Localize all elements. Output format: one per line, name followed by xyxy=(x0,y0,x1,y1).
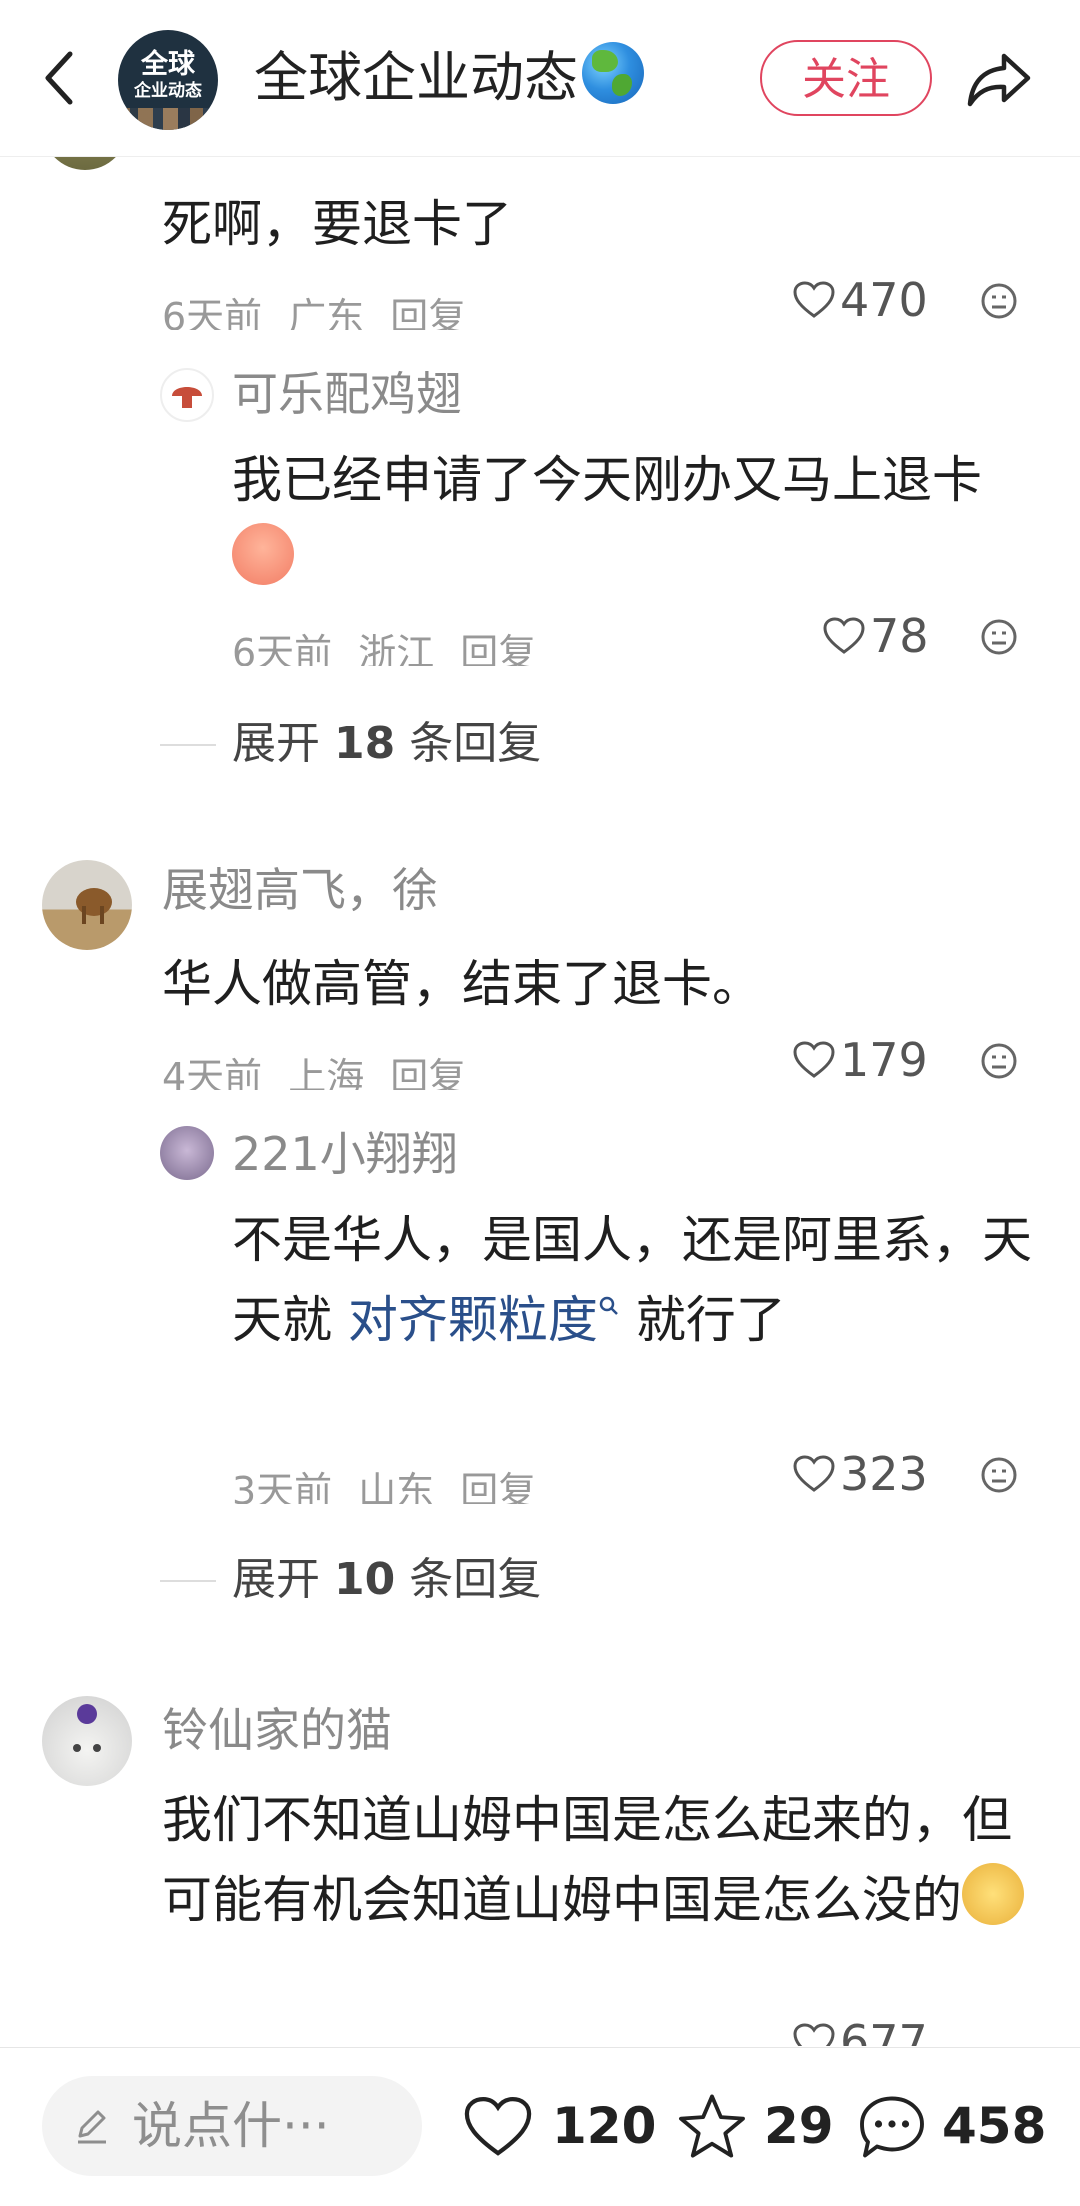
account-avatar[interactable]: 全球 企业动态 xyxy=(118,30,218,130)
comment-location: 上海 xyxy=(288,1055,365,1090)
like-button[interactable]: 179 xyxy=(792,1030,928,1090)
reply-button[interactable]: 回复 xyxy=(390,295,466,330)
comment-author[interactable]: 铃仙家的猫 xyxy=(162,1700,392,1760)
comment-location: 广东 xyxy=(288,295,365,330)
expand-prefix: 展开 xyxy=(232,718,320,769)
avatar-text-line1: 全球 xyxy=(141,49,195,80)
comments-button[interactable]: 458 xyxy=(856,2092,1056,2164)
reply-button[interactable]: 回复 xyxy=(460,1469,536,1504)
commenter-avatar[interactable] xyxy=(42,860,132,950)
expand-count: 10 xyxy=(334,1554,396,1605)
reply-meta: 3天前 山东 回复 xyxy=(232,1466,562,1504)
favorite-count: 29 xyxy=(764,2097,834,2155)
like-button[interactable]: 323 xyxy=(792,1444,928,1504)
comment-text: 我们不知道山姆中国是怎么起来的，但可能有机会知道山姆中国是怎么没的 xyxy=(162,1780,1042,1940)
reply-text-content-end: 就行了 xyxy=(635,1291,786,1349)
like-button[interactable]: 470 xyxy=(792,270,928,330)
heart-icon xyxy=(793,2023,835,2046)
follow-button[interactable]: 关注 xyxy=(760,40,932,116)
comment-input-placeholder: 说点什··· xyxy=(132,2097,330,2155)
reply-meta: 6天前 浙江 回复 xyxy=(232,628,562,666)
favorite-button[interactable]: 29 xyxy=(676,2092,846,2164)
reply-text: 我已经申请了今天刚办又马上退卡 xyxy=(232,440,1042,600)
reply-text-content: 我已经申请了今天刚办又马上退卡 xyxy=(232,451,982,509)
reply-location: 山东 xyxy=(358,1469,435,1504)
reply-avatar[interactable] xyxy=(160,368,214,422)
search-link-text: 对齐颗粒度 xyxy=(347,1291,598,1349)
search-icon xyxy=(599,1296,618,1315)
back-icon[interactable] xyxy=(40,48,80,108)
expand-replies-button[interactable]: 展开 10 条回复 xyxy=(232,1550,541,1610)
comment-time: 4天前 xyxy=(162,1055,263,1090)
comment-time: 6天前 xyxy=(162,295,263,330)
reply-author[interactable]: 可乐配鸡翅 xyxy=(232,364,462,424)
reply-author[interactable]: 221小翔翔 xyxy=(232,1124,458,1184)
pencil-icon xyxy=(78,2110,106,2144)
search-link[interactable]: 对齐颗粒度 xyxy=(348,1291,620,1349)
comment-text: 华人做高管，结束了退卡。 xyxy=(162,955,762,1013)
heart-icon xyxy=(793,281,835,318)
expand-prefix: 展开 xyxy=(232,1554,320,1605)
post-like-count: 120 xyxy=(552,2097,657,2155)
divider-line xyxy=(160,1580,216,1582)
expand-suffix: 条回复 xyxy=(409,1554,542,1605)
heart-icon xyxy=(823,617,865,654)
comment-meta: 6天前 广东 回复 xyxy=(162,292,492,330)
divider-line xyxy=(160,744,216,746)
comment-text-content: 我们不知道山姆中国是怎么起来的，但可能有机会知道山姆中国是怎么没的 xyxy=(162,1791,1012,1929)
reply-button[interactable]: 回复 xyxy=(460,631,536,666)
dislike-icon[interactable] xyxy=(980,1456,1018,1494)
heart-icon xyxy=(793,1041,835,1078)
smug-emoji-icon xyxy=(962,1863,1024,1925)
dislike-icon[interactable] xyxy=(980,1042,1018,1080)
like-post-button[interactable]: 120 xyxy=(462,2092,662,2164)
expand-count: 18 xyxy=(334,718,396,769)
share-icon[interactable] xyxy=(966,50,1032,110)
avatar-text-line2: 企业动态 xyxy=(134,81,202,101)
like-count: 78 xyxy=(870,609,929,663)
dislike-icon[interactable] xyxy=(980,618,1018,656)
reply-time: 3天前 xyxy=(232,1469,333,1504)
page-title[interactable]: 全球企业动态 xyxy=(254,42,644,113)
dislike-icon[interactable] xyxy=(980,282,1018,320)
chat-bubble-icon xyxy=(860,2096,924,2158)
comment-author[interactable]: 展翅高飞，徐 xyxy=(162,860,438,920)
like-count: 677 xyxy=(840,2015,928,2046)
top-nav-bar: 全球 企业动态 全球企业动态 关注 xyxy=(0,0,1080,157)
heart-icon xyxy=(793,1455,835,1492)
star-icon xyxy=(679,2094,745,2158)
reply-button[interactable]: 回复 xyxy=(390,1055,466,1090)
expand-suffix: 条回复 xyxy=(409,718,542,769)
account-name: 全球企业动态 xyxy=(254,46,578,109)
reply-text: 不是华人，是国人，还是阿里系，天天就 对齐颗粒度 就行了 xyxy=(232,1200,1042,1360)
like-button[interactable]: 677 xyxy=(792,2012,928,2046)
like-button[interactable]: 78 xyxy=(822,606,929,666)
reply-avatar[interactable] xyxy=(160,1126,214,1180)
comment-input[interactable]: 说点什··· xyxy=(42,2076,422,2176)
reply-time: 6天前 xyxy=(232,631,333,666)
like-count: 179 xyxy=(840,1033,928,1087)
like-count: 323 xyxy=(840,1447,928,1501)
globe-icon xyxy=(582,42,644,104)
commenter-avatar[interactable] xyxy=(42,1696,132,1786)
comment-text: 死啊，要退卡了 xyxy=(162,195,512,253)
comment-meta: 4天前 上海 回复 xyxy=(162,1052,492,1090)
like-count: 470 xyxy=(840,273,928,327)
heart-icon xyxy=(464,2097,532,2156)
reply-location: 浙江 xyxy=(358,631,435,666)
bottom-action-bar: 说点什··· 120 29 458 xyxy=(0,2047,1080,2206)
comment-count: 458 xyxy=(942,2097,1047,2155)
skyline-graphic xyxy=(118,108,218,130)
crying-emoji-icon xyxy=(232,523,294,585)
expand-replies-button[interactable]: 展开 18 条回复 xyxy=(232,714,541,774)
